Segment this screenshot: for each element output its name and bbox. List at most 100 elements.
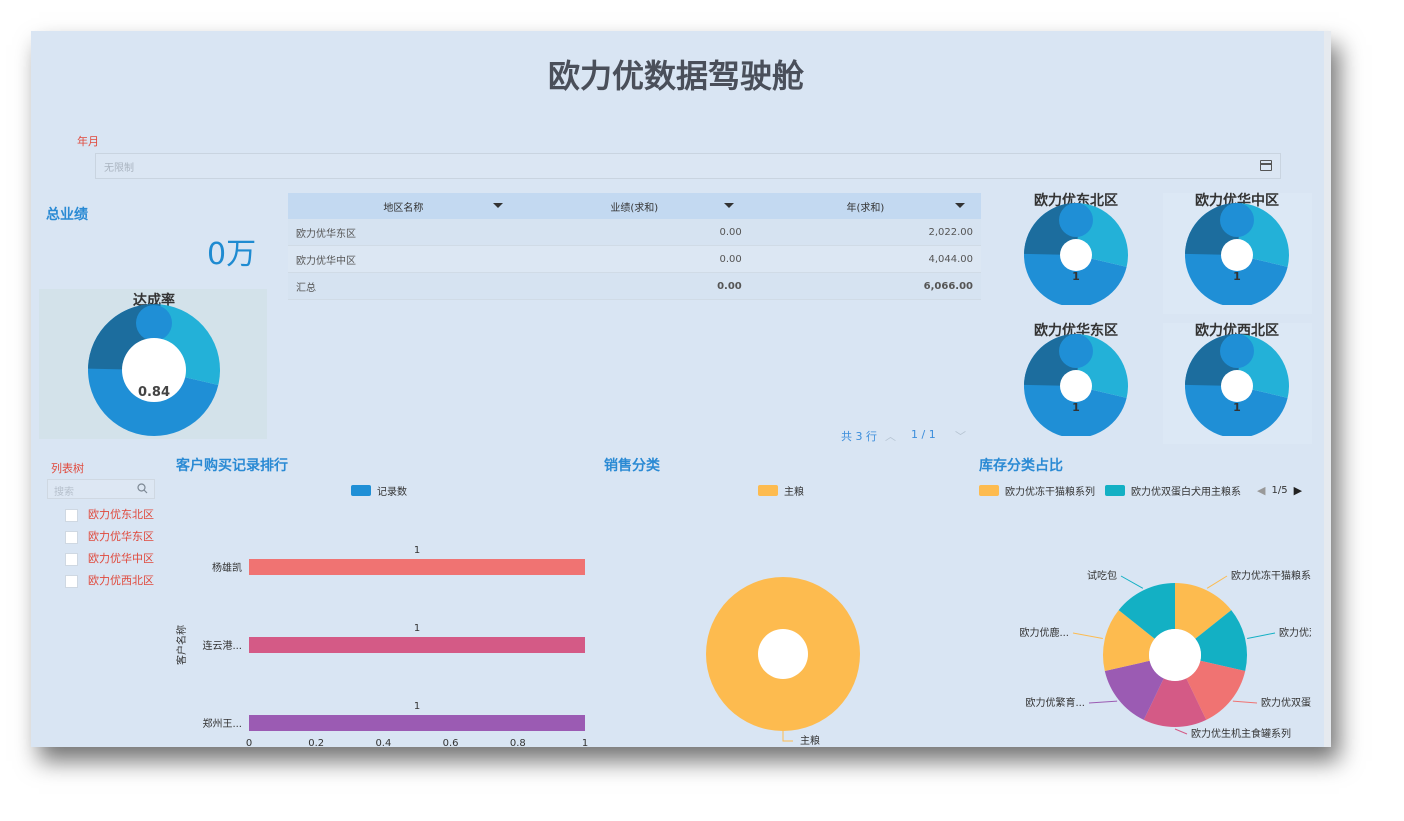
date-filter-input[interactable]: 无限制 [95, 153, 1281, 179]
x-tick-label: 0.8 [510, 738, 526, 747]
legend-swatch [351, 485, 371, 496]
caret-down-icon[interactable] [955, 203, 965, 208]
chevron-up-icon[interactable]: ︿ [885, 428, 896, 444]
data-label: 1 [414, 545, 420, 556]
y-axis-label: 客户名称 [175, 625, 188, 665]
table-row[interactable]: 欧力优华中区 0.00 4,044.00 [288, 245, 981, 273]
legend-pager: 1/5 [1271, 485, 1288, 496]
achievement-donut: 0.84 [88, 304, 220, 436]
donut-value: 1 [1072, 401, 1080, 414]
pie-hole [1148, 629, 1201, 681]
table-row[interactable]: 欧力优华东区 0.00 2,022.00 [288, 219, 981, 246]
donut-knob [1059, 203, 1093, 237]
checkbox[interactable] [65, 508, 78, 522]
checkbox[interactable] [65, 552, 78, 566]
calendar-icon[interactable] [1260, 160, 1272, 171]
tree-item[interactable]: 欧力优华东区 [65, 528, 154, 544]
region-table: 地区名称 业绩(求和) 年(求和) 欧力优华东区 0.00 2,022.00 欧… [288, 193, 981, 300]
sales-legend[interactable]: 主粮 [758, 483, 804, 498]
bar-chart-title: 客户购买记录排行 [176, 458, 288, 474]
table-cell: 2,022.00 [749, 219, 981, 246]
checkbox[interactable] [65, 530, 78, 544]
inventory-legend[interactable]: 欧力优冻干猫粮系列 欧力优双蛋白犬用主粮系 ◀ 1/5 ▶ [979, 483, 1302, 498]
tree-item[interactable]: 欧力优西北区 [65, 572, 154, 588]
legend-label: 欧力优双蛋白犬用主粮系 [1131, 487, 1241, 498]
donut-knob [1220, 203, 1254, 237]
category-label: 连云港... [202, 639, 242, 652]
legend-label: 主粮 [784, 487, 804, 498]
sales-pie-title: 销售分类 [604, 458, 660, 474]
bar[interactable] [249, 715, 585, 731]
inventory-pie-title: 库存分类占比 [979, 458, 1063, 474]
table-cell: 欧力优华东区 [288, 219, 519, 246]
triangle-left-icon[interactable]: ◀ [1257, 484, 1265, 497]
chevron-down-icon[interactable]: ﹀ [955, 428, 966, 444]
table-cell: 欧力优华中区 [288, 245, 519, 273]
x-tick-label: 0 [246, 738, 252, 747]
sales-pie: 主粮 [706, 577, 860, 747]
bar-legend[interactable]: 记录数 [351, 483, 407, 498]
table-cell: 6,066.00 [749, 272, 981, 300]
donut-hole [1060, 239, 1092, 271]
donut-value: 1 [1072, 270, 1080, 283]
legend-swatch [758, 485, 778, 496]
achievement-value: 0.84 [138, 385, 170, 400]
dashboard-frame: 欧力优数据驾驶舱 年月 无限制 总业绩 0万 达成率 0.84 地区名称 业绩(… [31, 31, 1331, 747]
tree-item[interactable]: 欧力优东北区 [65, 506, 154, 522]
pager-page[interactable]: 1 / 1 [911, 428, 936, 441]
total-title: 总业绩 [46, 207, 88, 223]
search-icon[interactable] [137, 483, 148, 494]
slice-label: 欧力优繁育... [1025, 696, 1085, 709]
leader-line [1247, 632, 1276, 640]
data-label: 1 [414, 701, 420, 712]
donut-hole [1060, 370, 1092, 402]
column-header-sales[interactable]: 业绩(求和) [518, 193, 750, 219]
achievement-knob [136, 305, 172, 341]
category-label: 郑州王... [202, 717, 242, 730]
slice-label: 欧力优双... [1279, 626, 1311, 639]
leader-line [1088, 700, 1118, 704]
x-tick-label: 1 [582, 738, 588, 747]
table-cell: 4,044.00 [749, 245, 981, 273]
donut-hole [1221, 370, 1253, 402]
table-cell: 0.00 [518, 219, 750, 246]
achievement-donut-ring [88, 304, 220, 436]
data-label: 1 [414, 623, 420, 634]
inventory-pie: 欧力优冻干猫粮系列欧力优双... 欧力优双蛋... 欧力优生机主食罐系列 欧力优繁育.… [1019, 569, 1311, 740]
bar[interactable] [249, 559, 585, 575]
caret-down-icon[interactable] [723, 203, 734, 208]
slice-label: 试吃包 [1087, 569, 1117, 582]
checkbox[interactable] [65, 574, 78, 588]
table-cell: 0.00 [518, 245, 750, 273]
x-tick-label: 0.4 [375, 738, 391, 747]
slice-label: 欧力优双蛋... [1261, 696, 1311, 709]
caret-down-icon[interactable] [492, 203, 503, 208]
region-donut: 1 [1024, 334, 1128, 436]
leader-line [1174, 728, 1188, 735]
tree-search-input[interactable]: 搜索 [47, 479, 155, 499]
filter-label: 年月 [77, 135, 99, 148]
total-value: 0万 [207, 237, 257, 272]
legend-swatch [979, 485, 999, 496]
donut-knob [1059, 334, 1093, 368]
leader-line [1232, 700, 1258, 704]
legend-swatch [1105, 485, 1125, 496]
donut-hole [1221, 239, 1253, 271]
bar-chart: 杨雄凯 1 连云港... 1 郑州王... 1 0 0.2 0.4 0.6 0.8 1 客户名称 [175, 545, 588, 747]
slice-label: 欧力优冻干猫粮系列 [1231, 569, 1311, 582]
column-header-year[interactable]: 年(求和) [749, 193, 981, 219]
slice-label: 主粮 [800, 734, 820, 747]
triangle-right-icon[interactable]: ▶ [1294, 484, 1302, 497]
pager-count: 共 3 行 [841, 430, 877, 443]
page-title: 欧力优数据驾驶舱 [547, 57, 804, 95]
leader-line [782, 731, 793, 742]
slice-label: 欧力优鹿... [1019, 626, 1069, 639]
scrollbar[interactable] [1324, 31, 1331, 747]
bar[interactable] [249, 637, 585, 653]
tree-title: 列表树 [51, 462, 84, 475]
region-donut: 1 [1185, 334, 1289, 436]
column-header-region[interactable]: 地区名称 [288, 193, 519, 219]
legend-label: 记录数 [377, 487, 407, 498]
tree-item[interactable]: 欧力优华中区 [65, 550, 154, 566]
legend-label: 欧力优冻干猫粮系列 [1005, 487, 1095, 498]
